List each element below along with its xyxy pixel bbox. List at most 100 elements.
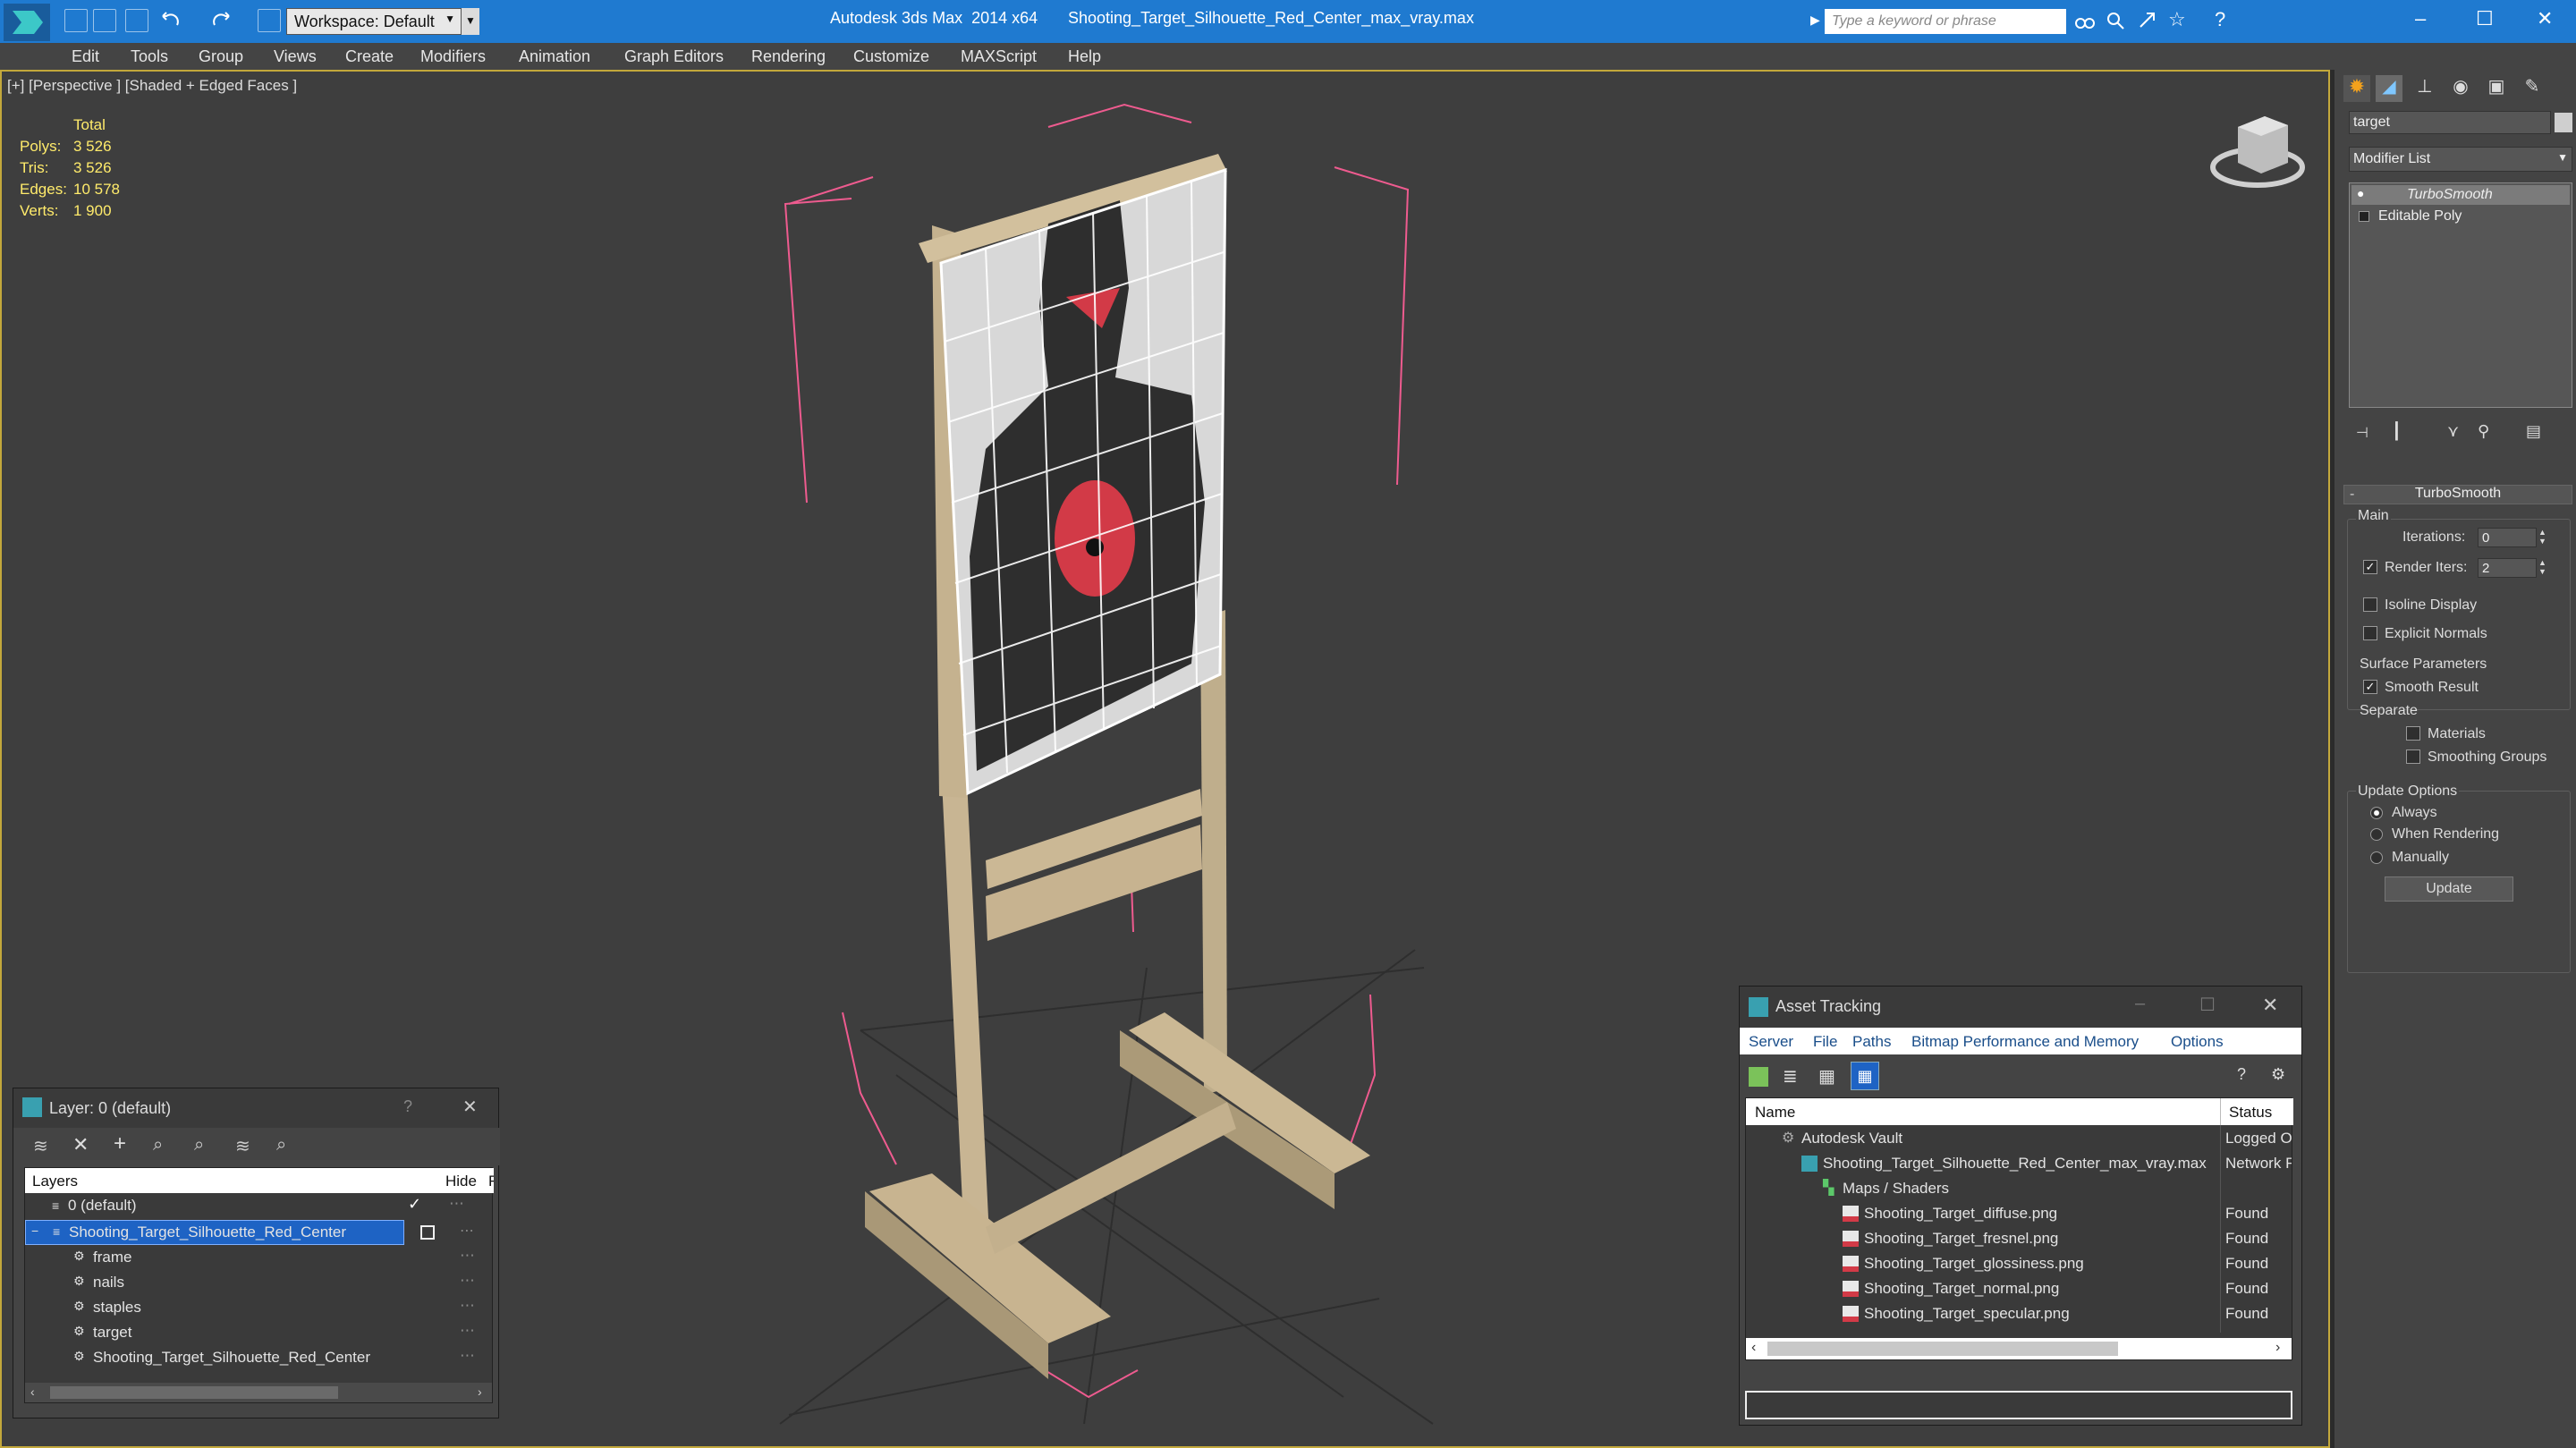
refresh-icon[interactable] — [1749, 1067, 1768, 1087]
scroll-right-icon[interactable]: › — [2275, 1340, 2280, 1356]
minimize-button[interactable]: – — [2415, 7, 2426, 30]
minimize-button[interactable]: – — [2135, 994, 2145, 1014]
spinner-arrows-icon[interactable]: ▲ ▼ — [2538, 558, 2546, 576]
workspace-extra-icon[interactable]: ▼ — [462, 8, 479, 35]
workspace-dropdown[interactable]: Workspace: Default ▼ — [286, 8, 462, 35]
close-icon[interactable]: ✕ — [462, 1096, 478, 1118]
table-view-icon[interactable]: ▦ — [1818, 1065, 1835, 1088]
hide-toggle-icon[interactable]: ⋯ — [460, 1347, 475, 1365]
favorites-star-icon[interactable]: ☆ — [2168, 9, 2191, 32]
col-f[interactable]: F — [488, 1173, 494, 1190]
col-status[interactable]: Status — [2229, 1104, 2272, 1122]
lightbulb-icon[interactable]: ● — [2357, 186, 2364, 200]
project-folder-icon[interactable] — [258, 9, 281, 32]
maximize-button[interactable]: ☐ — [2199, 994, 2216, 1016]
select-objects-icon[interactable]: ⌕ — [153, 1135, 163, 1156]
asset-path-field[interactable] — [1745, 1391, 2292, 1419]
asset-menu-paths[interactable]: Paths — [1852, 1033, 1891, 1051]
object-row-target[interactable]: ⚙ target ⋯ — [25, 1322, 494, 1345]
modifier-list-dropdown[interactable]: Modifier List ▼ — [2349, 147, 2572, 172]
close-icon[interactable]: ✕ — [2262, 994, 2278, 1017]
update-button[interactable]: Update — [2385, 876, 2513, 902]
menu-group[interactable]: Group — [199, 47, 243, 66]
object-color-swatch[interactable] — [2555, 113, 2572, 132]
remove-modifier-icon[interactable]: ⚲ — [2478, 422, 2489, 441]
utilities-tab-icon[interactable]: ✎ — [2519, 75, 2546, 102]
add-icon[interactable]: + — [114, 1131, 126, 1156]
menu-help[interactable]: Help — [1068, 47, 1101, 66]
when-rendering-radio[interactable] — [2370, 828, 2383, 841]
open-file-icon[interactable] — [93, 9, 116, 32]
layer-panel-help[interactable]: ? — [403, 1097, 412, 1116]
asset-row-vault[interactable]: ⚙ Autodesk Vault Logged O — [1746, 1127, 2293, 1152]
menu-customize[interactable]: Customize — [853, 47, 929, 66]
expand-icon[interactable]: − — [31, 1224, 38, 1238]
asset-row-specular[interactable]: Shooting_Target_specular.png Found — [1746, 1302, 2293, 1327]
hide-toggle-icon[interactable]: ⋯ — [449, 1195, 464, 1213]
stack-item-turbosmooth[interactable]: ● TurboSmooth — [2351, 185, 2570, 205]
render-iters-checkbox[interactable]: ✓ — [2363, 560, 2377, 574]
make-unique-icon[interactable]: ⋎ — [2447, 422, 2459, 441]
asset-menu-server[interactable]: Server — [1749, 1033, 1793, 1051]
smoothing-groups-checkbox[interactable] — [2406, 749, 2420, 764]
always-radio[interactable] — [2370, 807, 2383, 819]
configure-sets-icon[interactable]: ▤ — [2526, 422, 2541, 441]
freeze-all-icon[interactable]: ⌕ — [276, 1135, 286, 1156]
pin-stack-icon[interactable]: ⊣ — [2356, 424, 2368, 442]
asset-row-normal[interactable]: Shooting_Target_normal.png Found — [1746, 1277, 2293, 1302]
scrollbar-thumb[interactable] — [1767, 1342, 2118, 1356]
layer-row-selected[interactable]: − ≡ Shooting_Target_Silhouette_Red_Cente… — [25, 1220, 404, 1245]
redo-icon[interactable] — [209, 9, 233, 32]
menu-graph-editors[interactable]: Graph Editors — [624, 47, 724, 66]
hide-toggle-icon[interactable]: ⋯ — [460, 1322, 475, 1340]
col-name[interactable]: Name — [1755, 1104, 1795, 1122]
layer-tool-sort-icon[interactable]: ≋ — [33, 1135, 48, 1157]
asset-row-max-file[interactable]: Shooting_Target_Silhouette_Red_Center_ma… — [1746, 1152, 2293, 1177]
stack-item-editable-poly[interactable]: Editable Poly — [2351, 207, 2570, 226]
menu-maxscript[interactable]: MAXScript — [961, 47, 1037, 66]
display-tab-icon[interactable]: ▣ — [2483, 75, 2510, 102]
delete-icon[interactable]: ✕ — [72, 1133, 89, 1156]
menu-views[interactable]: Views — [274, 47, 317, 66]
asset-menu-options[interactable]: Options — [2171, 1033, 2224, 1051]
asset-menu-file[interactable]: File — [1813, 1033, 1837, 1051]
menu-modifiers[interactable]: Modifiers — [420, 47, 486, 66]
highlight-layer-icon[interactable]: ⌕ — [194, 1135, 204, 1156]
isoline-display-checkbox[interactable] — [2363, 597, 2377, 612]
smooth-result-checkbox[interactable]: ✓ — [2363, 680, 2377, 694]
spinner-arrows-icon[interactable]: ▲ ▼ — [2538, 528, 2546, 546]
iterations-spinner[interactable]: 0 — [2478, 528, 2537, 547]
explicit-normals-checkbox[interactable] — [2363, 626, 2377, 640]
rollout-header[interactable]: - TurboSmooth — [2343, 485, 2572, 504]
undo-icon[interactable] — [159, 9, 182, 32]
create-tab-icon[interactable]: ✹ — [2343, 75, 2370, 102]
close-button[interactable]: ✕ — [2537, 7, 2553, 30]
modify-tab-icon[interactable]: ◢ — [2376, 75, 2402, 102]
col-hide[interactable]: Hide — [445, 1173, 477, 1190]
asset-panel-titlebar[interactable]: Asset Tracking – ☐ ✕ — [1740, 987, 2301, 1028]
render-iters-spinner[interactable]: 2 — [2478, 558, 2537, 578]
menu-edit[interactable]: Edit — [72, 47, 99, 66]
asset-row-fresnel[interactable]: Shooting_Target_fresnel.png Found — [1746, 1227, 2293, 1252]
manually-radio[interactable] — [2370, 851, 2383, 864]
search-input[interactable]: Type a keyword or phrase — [1825, 9, 2066, 34]
scroll-right-icon[interactable]: › — [478, 1384, 482, 1399]
search-arrow-icon[interactable]: ▶ — [1810, 13, 1820, 28]
hide-all-icon[interactable]: ≋ — [235, 1135, 250, 1157]
asset-row-diffuse[interactable]: Shooting_Target_diffuse.png Found — [1746, 1202, 2293, 1227]
binoculars-icon[interactable] — [2073, 9, 2097, 32]
asset-horizontal-scrollbar[interactable]: ‹ › — [1746, 1338, 2292, 1359]
grid-view-icon[interactable]: ▦ — [1851, 1062, 1879, 1090]
hide-toggle-icon[interactable]: ⋯ — [460, 1247, 475, 1265]
layer-panel-titlebar[interactable]: Layer: 0 (default) ? ✕ — [13, 1088, 498, 1128]
asset-menu-bitmap[interactable]: Bitmap Performance and Memory — [1911, 1033, 2139, 1051]
layer-row-default[interactable]: ≡ 0 (default) ✓ ⋯ — [25, 1195, 494, 1218]
viewport-label[interactable]: [+] [Perspective ] [Shaded + Edged Faces… — [7, 77, 297, 95]
scrollbar-thumb[interactable] — [50, 1386, 338, 1399]
object-row-silhouette[interactable]: ⚙ Shooting_Target_Silhouette_Red_Center … — [25, 1347, 494, 1370]
app-logo-icon[interactable] — [4, 4, 50, 41]
show-end-result-icon[interactable]: ┃ — [2392, 422, 2402, 441]
expand-box-icon[interactable] — [2359, 211, 2369, 222]
hide-toggle-icon[interactable]: ⋯ — [460, 1222, 474, 1240]
col-layers[interactable]: Layers — [32, 1173, 78, 1190]
